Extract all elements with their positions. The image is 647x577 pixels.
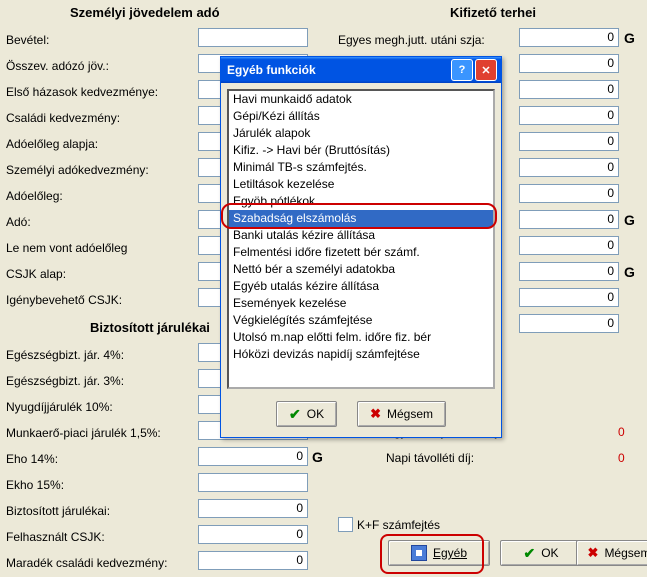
label-left-4: Adóelőleg alapja: (6, 137, 98, 151)
label-right-0: Egyes megh.jutt. utáni szja: (338, 33, 485, 47)
label-left-0: Bevétel: (6, 33, 49, 47)
list-item-9[interactable]: Felmentési időre fizetett bér számf. (229, 244, 493, 261)
input-right-3[interactable]: 0 (519, 106, 619, 125)
label-left2-6: Biztosított járulékai: (6, 504, 110, 518)
egyeb-icon (411, 545, 427, 561)
g-right-9: G (624, 264, 635, 280)
modal-cancel-button[interactable]: ✖ Mégsem (357, 401, 446, 427)
list-item-2[interactable]: Járulék alapok (229, 125, 493, 142)
value-napi: 0 (618, 451, 625, 465)
x-icon: ✖ (370, 406, 381, 422)
modal-ok-button[interactable]: ✔ OK (276, 401, 337, 427)
input-right-9[interactable]: 0 (519, 262, 619, 281)
modal-cancel-label: Mégsem (387, 407, 433, 421)
header-personal-tax: Személyi jövedelem adó (70, 5, 220, 20)
button-cancel-main[interactable]: ✖ Mégsem (576, 540, 647, 566)
label-left-10: Igénybevehető CSJK: (6, 293, 122, 307)
label-left2-0: Egészségbizt. jár. 4%: (6, 348, 124, 362)
header-insured-contrib: Biztosított járulékai (90, 320, 210, 335)
input-left2-8[interactable]: 0 (198, 551, 308, 570)
list-item-8[interactable]: Banki utalás kézire állítása (229, 227, 493, 244)
list-item-10[interactable]: Nettó bér a személyi adatokba (229, 261, 493, 278)
x-icon: ✖ (588, 545, 599, 561)
input-right-8[interactable]: 0 (519, 236, 619, 255)
g-right-7: G (624, 212, 635, 228)
list-item-1[interactable]: Gépi/Kézi állítás (229, 108, 493, 125)
label-left2-7: Felhasznált CSJK: (6, 530, 105, 544)
list-item-12[interactable]: Események kezelése (229, 295, 493, 312)
label-left2-4: Eho 14%: (6, 452, 58, 466)
input-right-1[interactable]: 0 (519, 54, 619, 73)
label-left-2: Első házasok kedvezménye: (6, 85, 158, 99)
modal-listbox[interactable]: Havi munkaidő adatokGépi/Kézi állításJár… (227, 89, 495, 389)
modal-other-functions: Egyéb funkciók ? ✕ Havi munkaidő adatokG… (220, 56, 502, 438)
modal-titlebar[interactable]: Egyéb funkciók ? ✕ (221, 57, 501, 83)
label-left-7: Adó: (6, 215, 31, 229)
list-item-13[interactable]: Végkielégítés számfejtése (229, 312, 493, 329)
input-left-0[interactable] (198, 28, 308, 47)
list-item-5[interactable]: Letiltások kezelése (229, 176, 493, 193)
label-left2-5: Ekho 15%: (6, 478, 64, 492)
label-left-1: Összev. adózó jöv.: (6, 59, 109, 73)
modal-close-button[interactable]: ✕ (475, 59, 497, 81)
checkbox-kf[interactable]: K+F számfejtés (338, 517, 440, 532)
input-right-7[interactable]: 0 (519, 210, 619, 229)
label-left2-3: Munkaerő-piaci járulék 1,5%: (6, 426, 161, 440)
label-left-8: Le nem vont adóelőleg (6, 241, 127, 255)
input-right-11[interactable]: 0 (519, 314, 619, 333)
label-left2-1: Egészségbizt. jár. 3%: (6, 374, 124, 388)
header-payer-charges: Kifizető terhei (450, 5, 536, 20)
list-item-14[interactable]: Utolsó m.nap előtti felm. időre fiz. bér (229, 329, 493, 346)
button-ok-label: OK (541, 546, 558, 560)
modal-ok-label: OK (307, 407, 324, 421)
input-left2-7[interactable]: 0 (198, 525, 308, 544)
modal-title: Egyéb funkciók (227, 63, 316, 77)
check-icon: ✔ (289, 406, 301, 423)
input-right-0[interactable]: 0 (519, 28, 619, 47)
button-cancel-label: Mégsem (604, 546, 647, 560)
checkbox-label: K+F számfejtés (357, 518, 440, 532)
g-right-0: G (624, 30, 635, 46)
label-left-6: Adóelőleg: (6, 189, 63, 203)
input-left2-5[interactable] (198, 473, 308, 492)
list-item-11[interactable]: Egyéb utalás kézire állítása (229, 278, 493, 295)
label-left-5: Személyi adókedvezmény: (6, 163, 149, 177)
input-right-6[interactable]: 0 (519, 184, 619, 203)
list-item-6[interactable]: Egyöb pótlékok (229, 193, 493, 210)
list-item-4[interactable]: Minimál TB-s számfejtés. (229, 159, 493, 176)
input-right-5[interactable]: 0 (519, 158, 619, 177)
list-item-3[interactable]: Kifiz. -> Havi bér (Bruttósítás) (229, 142, 493, 159)
list-item-0[interactable]: Havi munkaidő adatok (229, 91, 493, 108)
list-item-7[interactable]: Szabadság elszámolás (229, 210, 493, 227)
checkbox-box[interactable] (338, 517, 353, 532)
input-right-2[interactable]: 0 (519, 80, 619, 99)
input-left2-6[interactable]: 0 (198, 499, 308, 518)
label-left-3: Családi kedvezmény: (6, 111, 120, 125)
label-left2-2: Nyugdíjjárulék 10%: (6, 400, 113, 414)
label-napi: Napi távolléti díj: (386, 451, 474, 465)
input-left2-4[interactable]: 0 (198, 447, 308, 466)
label-left2-8: Maradék családi kedvezmény: (6, 556, 167, 570)
modal-help-button[interactable]: ? (451, 59, 473, 81)
value-egyora: 0 (618, 425, 625, 439)
g-left2-4: G (312, 449, 323, 465)
button-ok-main[interactable]: ✔ OK (500, 540, 582, 566)
input-right-10[interactable]: 0 (519, 288, 619, 307)
check-icon: ✔ (523, 545, 535, 562)
input-right-4[interactable]: 0 (519, 132, 619, 151)
button-egyeb[interactable]: Egyéb (388, 540, 490, 566)
label-left-9: CSJK alap: (6, 267, 66, 281)
list-item-15[interactable]: Hóközi devizás napidíj számfejtése (229, 346, 493, 363)
button-egyeb-label: Egyéb (433, 546, 467, 560)
